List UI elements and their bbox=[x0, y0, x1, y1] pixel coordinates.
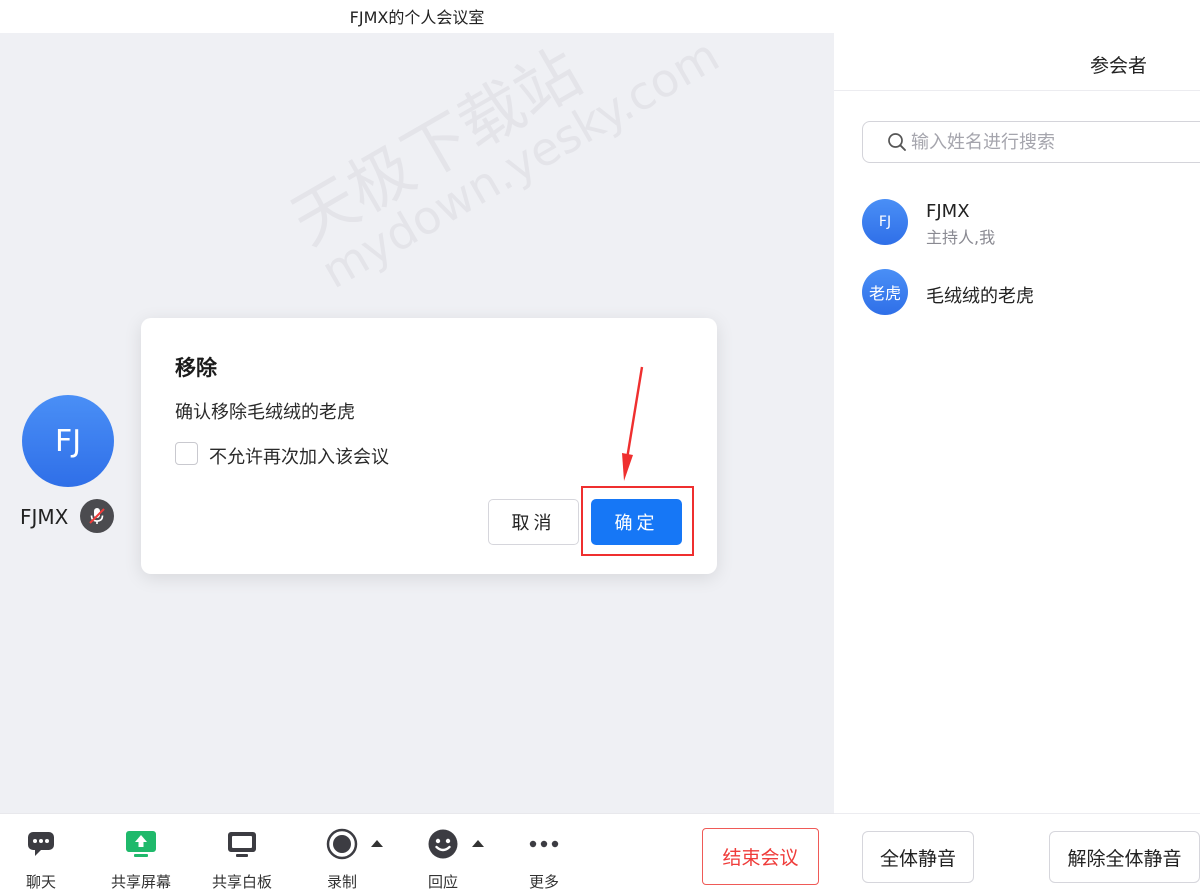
record-label: 录制 bbox=[326, 873, 357, 891]
whiteboard-icon bbox=[197, 824, 287, 864]
participant-search[interactable] bbox=[862, 121, 1200, 163]
share-screen-label: 共享屏幕 bbox=[110, 873, 171, 891]
video-stage: 天极下载站 mydown.yesky.com FJ FJMX 移除 确认移除毛绒… bbox=[0, 33, 834, 813]
confirm-button[interactable]: 确定 bbox=[591, 499, 682, 545]
react-options-chevron-icon[interactable] bbox=[472, 840, 484, 847]
panel-header: 参会者 bbox=[834, 33, 1200, 91]
participant-name: FJMX bbox=[926, 201, 970, 222]
window-title: FJMX的个人会议室 bbox=[349, 8, 485, 27]
mic-muted-icon[interactable] bbox=[80, 499, 114, 533]
participant-name: 毛绒绒的老虎 bbox=[926, 286, 1034, 307]
participant-avatar: FJ bbox=[862, 199, 908, 245]
react-label: 回应 bbox=[427, 873, 458, 891]
more-label: 更多 bbox=[528, 873, 559, 891]
record-button[interactable]: 录制 bbox=[297, 824, 387, 892]
participant-item[interactable]: 老虎 毛绒绒的老虎 bbox=[862, 269, 1182, 317]
more-icon bbox=[499, 824, 589, 864]
title-bar: FJMX的个人会议室 bbox=[0, 0, 1200, 33]
participant-role: 主持人,我 bbox=[926, 228, 996, 247]
block-rejoin-label[interactable]: 不允许再次加入该会议 bbox=[209, 443, 389, 469]
participants-panel: 参会者 FJ FJMX 主持人,我 老虎 毛绒绒的老虎 全体静音 解除全体静音 bbox=[834, 33, 1200, 892]
self-avatar: FJ bbox=[22, 395, 114, 487]
dialog-title: 移除 bbox=[175, 356, 217, 380]
cancel-button[interactable]: 取消 bbox=[488, 499, 579, 545]
share-screen-icon bbox=[96, 824, 186, 864]
chat-icon bbox=[0, 824, 86, 864]
mute-all-button[interactable]: 全体静音 bbox=[862, 831, 974, 883]
dialog-message: 确认移除毛绒绒的老虎 bbox=[175, 402, 355, 423]
meeting-toolbar: 聊天 共享屏幕 共享白板 录制 回应 更多 结束会议 bbox=[0, 813, 834, 892]
whiteboard-button[interactable]: 共享白板 bbox=[197, 824, 287, 892]
end-meeting-button[interactable]: 结束会议 bbox=[702, 828, 819, 885]
panel-footer: 全体静音 解除全体静音 bbox=[834, 813, 1200, 892]
annotation-arrow-icon bbox=[622, 366, 644, 481]
record-options-chevron-icon[interactable] bbox=[371, 840, 383, 847]
unmute-all-button[interactable]: 解除全体静音 bbox=[1049, 831, 1200, 883]
participant-item[interactable]: FJ FJMX 主持人,我 bbox=[862, 199, 1182, 247]
block-rejoin-checkbox[interactable] bbox=[175, 442, 198, 465]
react-button[interactable]: 回应 bbox=[398, 824, 488, 892]
watermark-url: mydown.yesky.com bbox=[312, 33, 728, 299]
chat-label: 聊天 bbox=[25, 873, 56, 891]
panel-title: 参会者 bbox=[1090, 55, 1148, 77]
more-button[interactable]: 更多 bbox=[499, 824, 589, 892]
search-input[interactable] bbox=[911, 128, 1191, 156]
whiteboard-label: 共享白板 bbox=[211, 873, 272, 891]
participant-avatar: 老虎 bbox=[862, 269, 908, 315]
chat-button[interactable]: 聊天 bbox=[0, 824, 86, 892]
search-icon bbox=[887, 132, 907, 156]
share-screen-button[interactable]: 共享屏幕 bbox=[96, 824, 186, 892]
self-name: FJMX bbox=[20, 505, 69, 529]
watermark-text: 天极下载站 bbox=[279, 35, 594, 260]
